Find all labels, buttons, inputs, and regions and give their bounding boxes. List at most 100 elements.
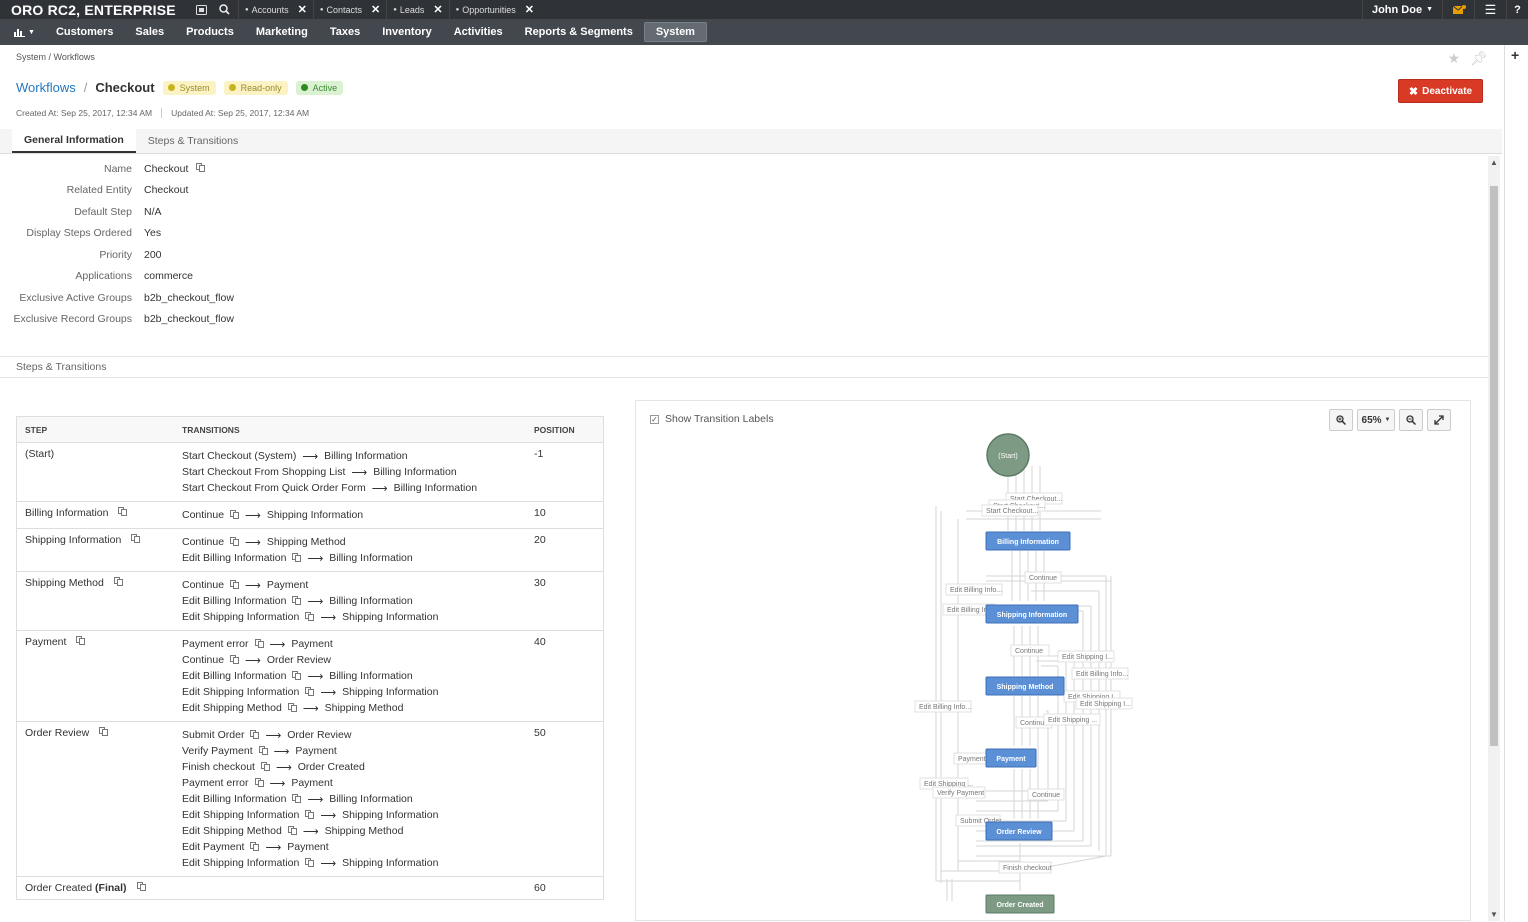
- user-menu[interactable]: John Doe ▼: [1362, 0, 1442, 19]
- translate-icon[interactable]: [292, 552, 302, 564]
- tab-general-information[interactable]: General Information: [12, 129, 136, 153]
- zoom-out-button[interactable]: [1399, 409, 1423, 431]
- menu-item-system[interactable]: System: [643, 22, 707, 42]
- fullscreen-button[interactable]: [1427, 409, 1451, 431]
- menu-item-activities[interactable]: Activities: [443, 22, 514, 42]
- top-bar: ORO RC2, ENTERPRISE ● Accounts ✕ ● Contacts ✕…: [0, 0, 1528, 19]
- close-icon[interactable]: ✕: [298, 3, 307, 16]
- pinned-tab[interactable]: ● Opportunities ✕: [448, 0, 540, 19]
- menu-item-marketing[interactable]: Marketing: [245, 22, 319, 42]
- translate-icon[interactable]: [305, 611, 315, 623]
- edge-label-bg: [1027, 788, 1065, 801]
- zoom-in-button[interactable]: [1329, 409, 1353, 431]
- star-icon[interactable]: ★: [1448, 50, 1461, 67]
- translate-icon[interactable]: [292, 793, 302, 805]
- close-icon[interactable]: ✕: [525, 3, 534, 16]
- transition: Edit Shipping Information ⟶ Shipping Infor…: [182, 609, 534, 625]
- menu-item-taxes[interactable]: Taxes: [319, 22, 371, 42]
- zoom-level-select[interactable]: 65% ▼: [1357, 409, 1395, 431]
- translate-icon[interactable]: [196, 163, 206, 174]
- menu-item-reports-segments[interactable]: Reports & Segments: [514, 22, 644, 42]
- translate-icon[interactable]: [136, 882, 146, 893]
- translate-icon[interactable]: [287, 825, 297, 837]
- transition-name: Start Checkout (System): [182, 450, 297, 462]
- transition: Start Checkout (System) ⟶ Billing Informat…: [182, 448, 534, 464]
- translate-icon[interactable]: [305, 686, 315, 698]
- translate-icon[interactable]: [260, 761, 270, 773]
- right-sidebar: +: [1504, 45, 1528, 921]
- translate-icon[interactable]: [230, 536, 240, 548]
- pin-icon[interactable]: [190, 0, 213, 19]
- transition: Edit Shipping Method ⟶ Shipping Method: [182, 700, 534, 716]
- transition-target: Shipping Information: [342, 686, 439, 698]
- show-labels-toggle[interactable]: ✓ Show Transition Labels: [650, 413, 774, 425]
- dashboard-icon[interactable]: ▼: [6, 22, 45, 42]
- edge-label-bg: [955, 814, 1001, 827]
- add-widget-icon[interactable]: +: [1511, 47, 1519, 63]
- scrollbar-thumb[interactable]: [1490, 186, 1498, 746]
- info-value-text: Yes: [144, 227, 162, 240]
- checkbox[interactable]: ✓: [650, 414, 659, 424]
- step-node: [985, 748, 1037, 768]
- info-value: commerce: [144, 270, 193, 282]
- translate-icon[interactable]: [292, 670, 302, 682]
- menu-item-customers[interactable]: Customers: [45, 22, 124, 42]
- notification-icon[interactable]: [1442, 0, 1474, 19]
- info-value-text: b2b_checkout_flow: [144, 313, 234, 326]
- app-brand[interactable]: ORO RC2, ENTERPRISE: [0, 2, 190, 18]
- workflows-link[interactable]: Workflows: [16, 80, 76, 95]
- translate-icon[interactable]: [250, 729, 260, 741]
- translate-icon[interactable]: [254, 638, 264, 650]
- vertical-scrollbar[interactable]: ▲ ▼: [1488, 156, 1500, 921]
- transition-target: Order Review: [287, 729, 352, 741]
- search-icon[interactable]: [213, 0, 236, 19]
- translate-icon[interactable]: [99, 727, 109, 738]
- badge-label: Read-only: [240, 82, 282, 93]
- translate-icon[interactable]: [230, 654, 240, 666]
- arrow-right-icon: ⟶: [320, 686, 337, 699]
- arrow-right-icon: ⟶: [307, 595, 324, 608]
- transition-target: Billing Information: [324, 450, 408, 462]
- pinned-tab[interactable]: ● Contacts ✕: [312, 0, 386, 19]
- menu-icon[interactable]: ☰: [1474, 0, 1506, 19]
- translate-icon[interactable]: [305, 857, 315, 869]
- arrow-right-icon: ⟶: [307, 793, 324, 806]
- step-cell: Shipping Information: [17, 534, 182, 566]
- scroll-up-icon[interactable]: ▲: [1490, 158, 1498, 167]
- translate-icon[interactable]: [287, 702, 297, 714]
- translate-icon[interactable]: [230, 509, 240, 521]
- pinned-tab[interactable]: ● Accounts ✕: [238, 0, 313, 19]
- translate-icon[interactable]: [118, 507, 128, 518]
- transition: Submit Order ⟶ Order Review: [182, 727, 534, 743]
- edge-label: Payment error: [958, 756, 1003, 763]
- menu-item-products[interactable]: Products: [175, 22, 245, 42]
- menu-item-sales[interactable]: Sales: [124, 22, 175, 42]
- translate-icon[interactable]: [258, 745, 268, 757]
- translate-icon[interactable]: [230, 579, 240, 591]
- translate-icon[interactable]: [305, 809, 315, 821]
- translate-icon[interactable]: [292, 595, 302, 607]
- help-icon[interactable]: ?: [1506, 0, 1528, 19]
- transition-name: Continue: [182, 509, 225, 521]
- translate-icon[interactable]: [250, 841, 260, 853]
- pinned-tab[interactable]: ● Leads ✕: [386, 0, 448, 19]
- step-node: [985, 821, 1053, 841]
- translate-icon[interactable]: [76, 636, 86, 647]
- deactivate-button[interactable]: ✖ Deactivate: [1398, 79, 1483, 103]
- arrow-right-icon: ⟶: [269, 638, 286, 651]
- transition-target: Payment: [266, 579, 309, 591]
- node-label: Billing Information: [997, 539, 1059, 546]
- translate-icon[interactable]: [254, 777, 264, 789]
- close-icon[interactable]: ✕: [433, 3, 442, 16]
- pin-page-icon[interactable]: 📌︎: [1470, 50, 1488, 67]
- tab-steps-transitions[interactable]: Steps & Transitions: [136, 129, 250, 153]
- close-icon[interactable]: ✕: [371, 3, 380, 16]
- translate-icon[interactable]: [113, 577, 123, 588]
- menu-item-inventory[interactable]: Inventory: [371, 22, 443, 42]
- scroll-down-icon[interactable]: ▼: [1490, 910, 1498, 919]
- record-meta: Created At: Sep 25, 2017, 12:34 AM Updat…: [16, 108, 309, 118]
- info-value-text: 200: [144, 248, 162, 261]
- transition-name: Edit Shipping Method: [182, 702, 282, 714]
- transition-name: Payment error: [182, 638, 249, 650]
- translate-icon[interactable]: [131, 534, 141, 545]
